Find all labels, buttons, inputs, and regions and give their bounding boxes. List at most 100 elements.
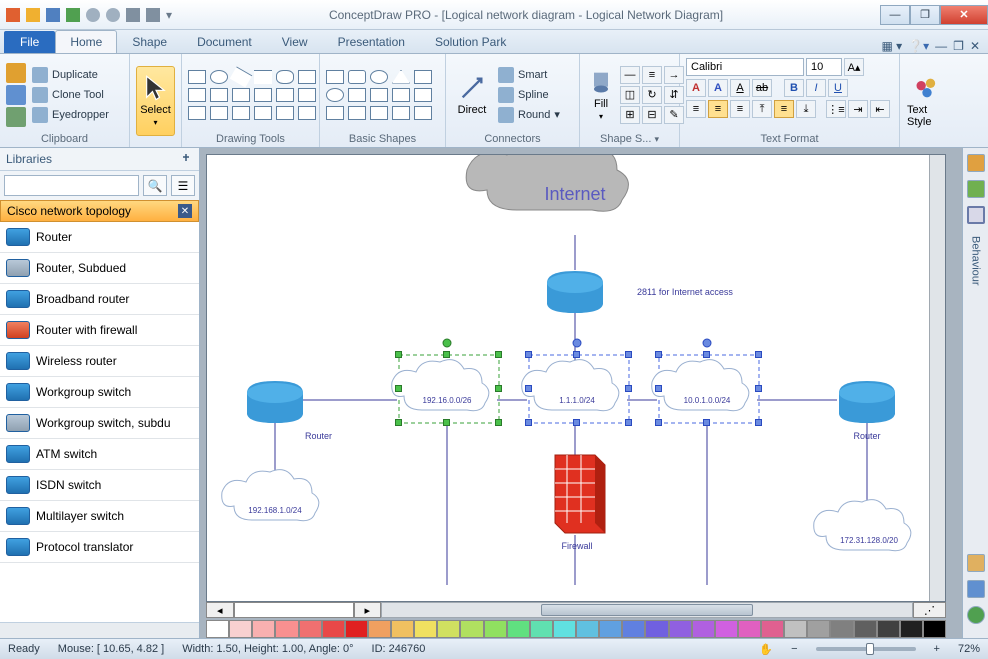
valign-top-button[interactable]: ⤒ bbox=[752, 100, 772, 118]
hscrollbar[interactable] bbox=[381, 602, 913, 618]
bullets-button[interactable]: ⋮≡ bbox=[826, 100, 846, 118]
router-left[interactable] bbox=[247, 381, 303, 423]
list-item[interactable]: Protocol translator bbox=[0, 532, 199, 563]
tab-document[interactable]: Document bbox=[182, 30, 267, 53]
undo-icon[interactable] bbox=[86, 8, 100, 22]
firewall[interactable] bbox=[555, 455, 605, 533]
color-swatch[interactable] bbox=[669, 620, 692, 638]
router-top[interactable] bbox=[547, 271, 603, 313]
rotate-button[interactable]: ↻ bbox=[642, 86, 662, 104]
color-swatch[interactable] bbox=[923, 620, 946, 638]
align-left-button[interactable]: ≡ bbox=[686, 100, 706, 118]
color-swatch[interactable] bbox=[252, 620, 275, 638]
list-item[interactable]: Router bbox=[0, 222, 199, 253]
color-swatch[interactable] bbox=[854, 620, 877, 638]
resize-grip[interactable]: ⋰ bbox=[913, 602, 946, 618]
router-right[interactable] bbox=[839, 381, 895, 423]
color-swatch[interactable] bbox=[206, 620, 229, 638]
close-category-button[interactable]: ✕ bbox=[178, 204, 192, 218]
doc-minimize-button[interactable]: — bbox=[935, 39, 947, 53]
fill-button[interactable]: Fill▾ bbox=[586, 60, 616, 130]
pin-icon[interactable] bbox=[179, 152, 193, 166]
list-item[interactable]: ISDN switch bbox=[0, 470, 199, 501]
cloud-net1[interactable]: 192.16.0.0/26 bbox=[392, 355, 499, 423]
direct-connector-button[interactable]: Direct bbox=[452, 60, 492, 130]
color-swatch[interactable] bbox=[784, 620, 807, 638]
list-item[interactable]: Router with firewall bbox=[0, 315, 199, 346]
color-swatch[interactable] bbox=[530, 620, 553, 638]
list-item[interactable]: Multilayer switch bbox=[0, 501, 199, 532]
color-swatch[interactable] bbox=[345, 620, 368, 638]
search-button[interactable]: 🔍 bbox=[143, 175, 167, 196]
behaviour-label[interactable]: Behaviour bbox=[970, 236, 982, 286]
page-tab-prev[interactable]: ◂ bbox=[206, 602, 234, 618]
maximize-button[interactable]: ❐ bbox=[910, 5, 940, 25]
library-scrollbar[interactable] bbox=[0, 622, 199, 638]
color-swatch[interactable] bbox=[414, 620, 437, 638]
cloud-net5[interactable]: 172.31.128.0/20 bbox=[814, 500, 911, 551]
paste-icon[interactable] bbox=[6, 107, 26, 127]
minimize-button[interactable]: — bbox=[880, 5, 910, 25]
text-style-button[interactable]: Text Style bbox=[906, 66, 948, 136]
zoom-out-button[interactable]: − bbox=[791, 643, 797, 655]
select-tool-button[interactable]: Select▾ bbox=[136, 66, 175, 136]
drawing-tools-grid[interactable] bbox=[188, 70, 316, 120]
outdent-button[interactable]: ⇤ bbox=[870, 100, 890, 118]
layers-icon[interactable] bbox=[967, 154, 985, 172]
basic-shapes-grid[interactable] bbox=[326, 70, 432, 120]
color-swatch[interactable] bbox=[715, 620, 738, 638]
grow-font-button[interactable]: A▴ bbox=[844, 58, 864, 76]
grid-icon[interactable] bbox=[126, 8, 140, 22]
round-connector-button[interactable]: Round ▾ bbox=[496, 106, 562, 124]
close-button[interactable]: ✕ bbox=[940, 5, 988, 25]
color-swatch[interactable] bbox=[645, 620, 668, 638]
cut-icon[interactable] bbox=[6, 63, 26, 83]
clone-tool-button[interactable]: Clone Tool bbox=[30, 86, 111, 104]
bold-button[interactable]: B bbox=[784, 79, 804, 97]
indent-button[interactable]: ⇥ bbox=[848, 100, 868, 118]
color-swatch[interactable] bbox=[738, 620, 761, 638]
color-swatch[interactable] bbox=[576, 620, 599, 638]
tab-presentation[interactable]: Presentation bbox=[323, 30, 420, 53]
color-swatch[interactable] bbox=[900, 620, 923, 638]
tab-shape[interactable]: Shape bbox=[117, 30, 182, 53]
list-item[interactable]: Broadband router bbox=[0, 284, 199, 315]
list-item[interactable]: Workgroup switch bbox=[0, 377, 199, 408]
open-icon[interactable] bbox=[46, 8, 60, 22]
library-options-button[interactable]: ☰ bbox=[171, 175, 195, 196]
color-swatch[interactable] bbox=[507, 620, 530, 638]
align-right-button[interactable]: ≡ bbox=[730, 100, 750, 118]
color-swatch[interactable] bbox=[807, 620, 830, 638]
color-swatch[interactable] bbox=[761, 620, 784, 638]
ungroup-button[interactable]: ⊟ bbox=[642, 106, 662, 124]
smart-connector-button[interactable]: Smart bbox=[496, 66, 562, 84]
shadow-button[interactable]: ◫ bbox=[620, 86, 640, 104]
library-search-input[interactable] bbox=[4, 175, 139, 196]
snap-icon[interactable] bbox=[146, 8, 160, 22]
highlight-button[interactable]: A bbox=[708, 79, 728, 97]
color-swatch[interactable] bbox=[229, 620, 252, 638]
pan-icon[interactable]: ✋ bbox=[759, 643, 773, 656]
file-tab[interactable]: File bbox=[4, 31, 55, 53]
color-swatch[interactable] bbox=[275, 620, 298, 638]
color-swatch[interactable] bbox=[484, 620, 507, 638]
help-side-icon[interactable] bbox=[967, 606, 985, 624]
font-size-select[interactable] bbox=[806, 58, 842, 76]
align-center-button[interactable]: ≡ bbox=[708, 100, 728, 118]
page-tab[interactable] bbox=[234, 602, 354, 618]
save-icon[interactable] bbox=[66, 8, 80, 22]
options-icon[interactable]: ▦ ▾ bbox=[882, 39, 903, 53]
line-style-button[interactable]: — bbox=[620, 66, 640, 84]
list-item[interactable]: ATM switch bbox=[0, 439, 199, 470]
line-weight-button[interactable]: ≡ bbox=[642, 66, 662, 84]
zoom-slider[interactable] bbox=[816, 647, 916, 651]
copy-icon[interactable] bbox=[6, 85, 26, 105]
spline-connector-button[interactable]: Spline bbox=[496, 86, 562, 104]
canvas[interactable]: Internet 2811 for Internet access Router bbox=[206, 154, 946, 602]
color-swatch[interactable] bbox=[553, 620, 576, 638]
color-swatch[interactable] bbox=[391, 620, 414, 638]
styles-icon[interactable] bbox=[967, 180, 985, 198]
color-swatch[interactable] bbox=[599, 620, 622, 638]
tab-home[interactable]: Home bbox=[55, 30, 117, 53]
color-swatch[interactable] bbox=[692, 620, 715, 638]
